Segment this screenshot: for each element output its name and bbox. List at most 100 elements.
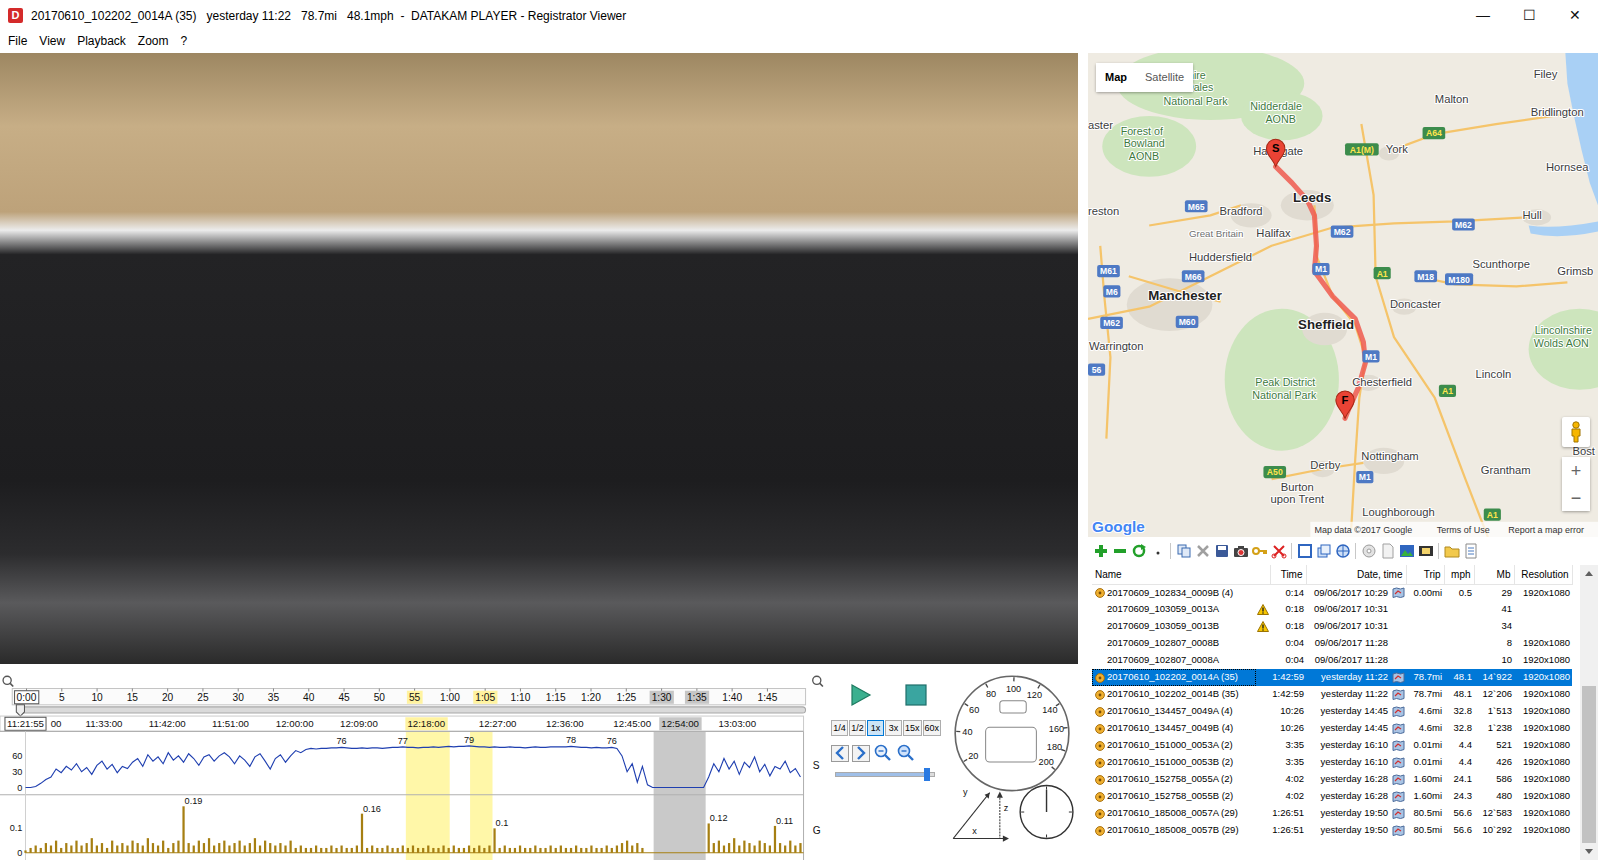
- toolbar-button[interactable]: [1175, 542, 1192, 560]
- file-row[interactable]: 20170610_152758_0055A (2)4:02yesterday 1…: [1092, 771, 1572, 788]
- speed-button[interactable]: 3x: [885, 720, 902, 736]
- road-label: M1: [1365, 352, 1377, 362]
- map-type-tab[interactable]: Satellite: [1136, 63, 1193, 92]
- file-row[interactable]: 20170610_185008_0057A (29)1:26:51yesterd…: [1092, 805, 1572, 822]
- time-label: 11:33:00: [86, 718, 124, 729]
- toolbar-button[interactable]: [1334, 542, 1351, 560]
- zoom-out-button[interactable]: [873, 744, 893, 762]
- file-list[interactable]: NameTimeDate, timeTripmphMbResolution201…: [1088, 565, 1580, 860]
- menu-item[interactable]: Zoom: [132, 31, 175, 51]
- warning-cell: [1256, 737, 1270, 754]
- scroll-thumb[interactable]: [1582, 686, 1596, 843]
- prev-button[interactable]: [831, 745, 849, 762]
- speed-button[interactable]: 60x: [923, 720, 942, 736]
- scroll-track[interactable]: [1580, 582, 1598, 843]
- toolbar-button[interactable]: [1270, 542, 1287, 560]
- graphic-part: [1234, 548, 1248, 557]
- speed-button[interactable]: 1/2: [849, 720, 866, 736]
- toolbar-button[interactable]: [1111, 542, 1128, 560]
- file-row[interactable]: 20170609_103059_0013A0:1809/06/2017 10:3…: [1092, 601, 1572, 618]
- speed-button[interactable]: 1/4: [831, 720, 848, 736]
- chart-area[interactable]: 0:005101520253035404550551:001:051:101:1…: [0, 664, 828, 860]
- file-row[interactable]: 20170610_151000_0053B (2)3:35yesterday 1…: [1092, 754, 1572, 771]
- position-thumb[interactable]: [16, 705, 24, 716]
- file-row[interactable]: 20170609_102807_0008A0:0409/06/2017 11:2…: [1092, 652, 1572, 669]
- toolbar-button[interactable]: [1092, 542, 1109, 560]
- menu-item[interactable]: ?: [175, 31, 194, 51]
- toolbar-button[interactable]: [1213, 542, 1230, 560]
- toolbar-button[interactable]: [1149, 542, 1166, 560]
- minimize-button[interactable]: —: [1460, 0, 1506, 31]
- g-spike: [300, 846, 302, 853]
- column-header[interactable]: Date, time: [1306, 565, 1406, 584]
- toolbar-button[interactable]: [1251, 542, 1268, 560]
- axis-label: z: [1004, 803, 1009, 813]
- street-view-button[interactable]: [1562, 417, 1590, 447]
- film-reel-icon: [1095, 792, 1105, 802]
- file-row[interactable]: 20170610_151000_0053A (2)3:35yesterday 1…: [1092, 737, 1572, 754]
- column-header[interactable]: Time: [1270, 565, 1306, 584]
- map-canvas[interactable]: rkshireDalesNational ParkNidderdaleAONBa…: [1088, 53, 1598, 537]
- volume-thumb[interactable]: [924, 768, 930, 781]
- file-row[interactable]: 20170610_152758_0055B (2)4:02yesterday 1…: [1092, 788, 1572, 805]
- toolbar-button[interactable]: [1315, 542, 1332, 560]
- zoom-out-icon[interactable]: [3, 676, 13, 686]
- start-pin[interactable]: S: [1267, 139, 1285, 166]
- column-header[interactable]: Mb: [1474, 565, 1514, 584]
- toolbar-button[interactable]: [1462, 542, 1479, 560]
- column-header[interactable]: Resolution: [1514, 565, 1572, 584]
- column-header[interactable]: mph: [1444, 565, 1474, 584]
- resolution-cell: 1920x1080: [1514, 822, 1572, 839]
- map-footer-bar: [1310, 522, 1598, 537]
- volume-slider[interactable]: [835, 772, 935, 777]
- zoom-in-button[interactable]: [896, 744, 916, 762]
- gauge-panel: 20406080100120140160180200yzx: [943, 664, 1078, 860]
- toolbar-button[interactable]: [1417, 542, 1434, 560]
- play-button[interactable]: [847, 682, 873, 708]
- menu-item[interactable]: View: [33, 31, 71, 51]
- menu-item[interactable]: Playback: [71, 31, 132, 51]
- column-header[interactable]: Name: [1092, 565, 1270, 584]
- column-header[interactable]: Trip: [1406, 565, 1444, 584]
- file-row[interactable]: 20170609_102807_0008B0:0409/06/2017 11:2…: [1092, 635, 1572, 652]
- file-row[interactable]: 20170609_102834_0009B (4)0:1409/06/2017 …: [1092, 584, 1572, 601]
- toolbar-button[interactable]: [1379, 542, 1396, 560]
- stop-button[interactable]: [903, 682, 929, 708]
- file-row[interactable]: 20170610_134457_0049A (4)10:26yesterday …: [1092, 703, 1572, 720]
- toolbar-button[interactable]: [1398, 542, 1415, 560]
- toolbar-button[interactable]: [1443, 542, 1460, 560]
- finish-pin[interactable]: F: [1336, 391, 1354, 418]
- zoom-in-button[interactable]: +: [1562, 457, 1590, 484]
- zoom-in-icon[interactable]: [813, 676, 823, 686]
- menu-item[interactable]: File: [2, 31, 33, 51]
- file-row[interactable]: 20170610_102202_0014A (35)1:42:59yesterd…: [1092, 669, 1572, 686]
- close-button[interactable]: ✕: [1552, 0, 1598, 31]
- next-button[interactable]: [852, 745, 870, 762]
- scroll-up-button[interactable]: [1580, 565, 1598, 582]
- toolbar-button[interactable]: [1194, 542, 1211, 560]
- position-track[interactable]: [20, 707, 805, 713]
- file-row[interactable]: 20170609_103059_0013B0:1809/06/2017 10:3…: [1092, 618, 1572, 635]
- toolbar-button[interactable]: [1130, 542, 1147, 560]
- speed-button[interactable]: 1x: [867, 720, 884, 736]
- graphic-part: [858, 747, 864, 759]
- video-frame[interactable]: [0, 53, 1078, 664]
- map[interactable]: rkshireDalesNational ParkNidderdaleAONBa…: [1088, 53, 1598, 537]
- timeline-chart[interactable]: 0:005101520253035404550551:001:051:101:1…: [0, 664, 828, 860]
- zoom-out-button[interactable]: −: [1562, 484, 1590, 511]
- speed-button[interactable]: 15x: [903, 720, 922, 736]
- graphic-part: [837, 747, 843, 759]
- maximize-button[interactable]: ☐: [1506, 0, 1552, 31]
- file-name: 20170609_102834_0009B (4): [1107, 587, 1233, 598]
- map-type-tab[interactable]: Map: [1096, 63, 1136, 92]
- scroll-down-button[interactable]: [1580, 843, 1598, 860]
- file-row[interactable]: 20170610_185008_0057B (29)1:26:51yesterd…: [1092, 822, 1572, 839]
- time-label-box: [405, 717, 447, 730]
- file-row[interactable]: 20170610_134457_0049B (4)10:26yesterday …: [1092, 720, 1572, 737]
- size-cell: 8: [1474, 635, 1514, 652]
- toolbar-button[interactable]: [1360, 542, 1377, 560]
- toolbar-button[interactable]: [1232, 542, 1249, 560]
- file-row[interactable]: 20170610_102202_0014B (35)1:42:59yesterd…: [1092, 686, 1572, 703]
- toolbar-button[interactable]: [1296, 542, 1313, 560]
- scrollbar[interactable]: [1580, 565, 1598, 860]
